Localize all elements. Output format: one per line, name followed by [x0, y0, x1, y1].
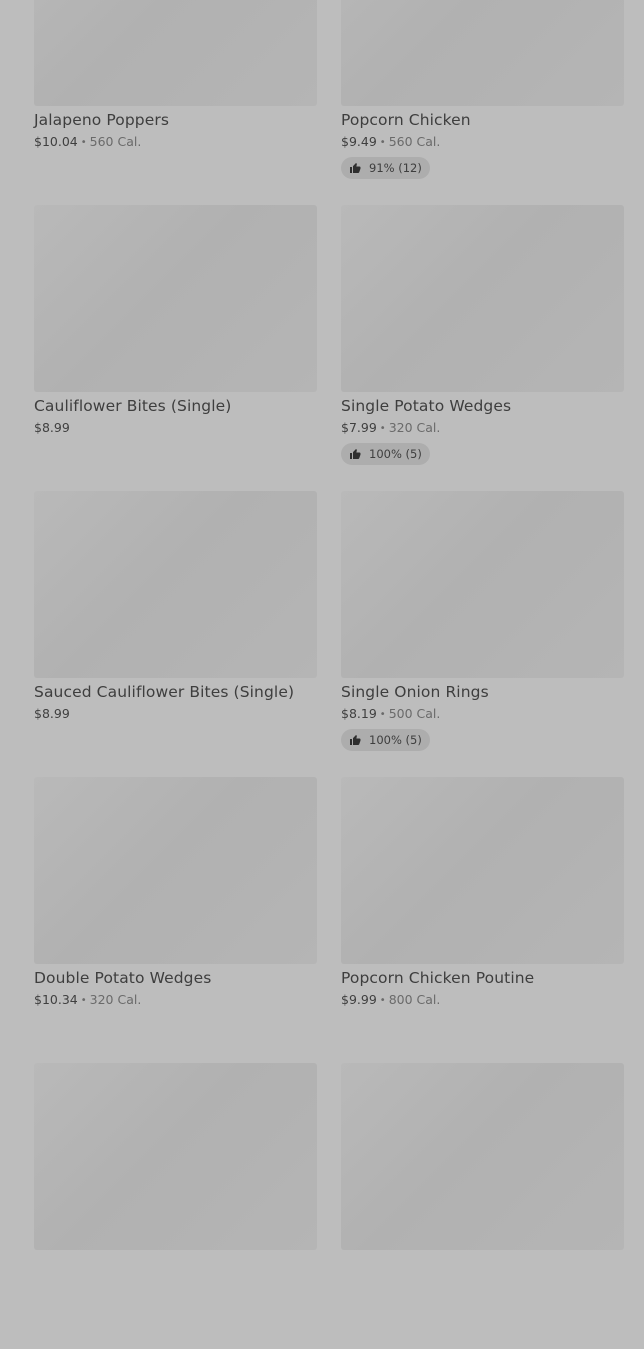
- item-calories: 320 Cal.: [89, 992, 142, 1007]
- item-calories: 800 Cal.: [388, 992, 441, 1007]
- item-meta: $7.99 • 320 Cal.: [341, 420, 624, 437]
- rating-text: 91% (12): [369, 161, 422, 175]
- item-meta: $8.19 • 500 Cal.: [341, 706, 624, 723]
- item-image: [341, 205, 624, 392]
- menu-item-card[interactable]: Sauced Cauliflower Bites (Single) $8.99: [34, 491, 317, 777]
- rating-badge: 100% (5): [341, 443, 430, 465]
- item-name: Jalapeno Poppers: [34, 111, 170, 129]
- menu-item-card[interactable]: [341, 1063, 624, 1349]
- item-calories: 560 Cal.: [89, 134, 142, 149]
- item-price: $7.99: [341, 420, 377, 435]
- meta-separator: •: [379, 423, 386, 434]
- item-calories: 500 Cal.: [388, 706, 441, 721]
- rating-badge: 100% (5): [341, 729, 430, 751]
- thumbs-up-icon: [350, 163, 361, 173]
- item-price: $10.04: [34, 134, 78, 149]
- item-image: [341, 1063, 624, 1250]
- menu-item-card[interactable]: Double Potato Wedges $10.34 • 320 Cal.: [34, 777, 317, 1063]
- item-meta: $10.04 • 560 Cal.: [34, 134, 317, 151]
- item-image: [34, 205, 317, 392]
- thumbs-up-icon: [350, 449, 361, 459]
- item-calories: 560 Cal.: [388, 134, 441, 149]
- item-image: [34, 1063, 317, 1250]
- menu-item-grid: Jalapeno Poppers $10.04 • 560 Cal. Popcorn…: [34, 0, 624, 1349]
- item-image: [341, 0, 624, 106]
- item-image: [341, 777, 624, 964]
- menu-item-card[interactable]: Single Potato Wedges $7.99 • 320 Cal. 100%…: [341, 205, 624, 491]
- meta-separator: •: [80, 137, 87, 148]
- item-name: Double Potato Wedges: [34, 969, 212, 987]
- item-meta: $8.99: [34, 706, 317, 721]
- rating-badge: 91% (12): [341, 157, 430, 179]
- item-calories: 320 Cal.: [388, 420, 441, 435]
- item-name: Popcorn Chicken: [341, 111, 471, 129]
- item-name: Sauced Cauliflower Bites (Single): [34, 683, 295, 701]
- item-name: Cauliflower Bites (Single): [34, 397, 232, 415]
- item-image: [34, 777, 317, 964]
- item-name: Single Onion Rings: [341, 683, 489, 701]
- item-image: [34, 491, 317, 678]
- item-image: [341, 491, 624, 678]
- menu-item-card[interactable]: Jalapeno Poppers $10.04 • 560 Cal.: [34, 0, 317, 205]
- menu-item-card[interactable]: Cauliflower Bites (Single) $8.99: [34, 205, 317, 491]
- item-name: Single Potato Wedges: [341, 397, 512, 415]
- item-price: $8.99: [34, 706, 70, 721]
- item-price: $9.99: [341, 992, 377, 1007]
- meta-separator: •: [379, 995, 386, 1006]
- menu-item-card[interactable]: Popcorn Chicken Poutine $9.99 • 800 Cal.: [341, 777, 624, 1063]
- meta-separator: •: [379, 137, 386, 148]
- item-meta: $10.34 • 320 Cal.: [34, 992, 317, 1009]
- meta-separator: •: [80, 995, 87, 1006]
- item-price: $8.19: [341, 706, 377, 721]
- item-name: Popcorn Chicken Poutine: [341, 969, 535, 987]
- item-meta: $9.99 • 800 Cal.: [341, 992, 624, 1009]
- menu-item-card[interactable]: [34, 1063, 317, 1349]
- meta-separator: •: [379, 709, 386, 720]
- item-price: $8.99: [34, 420, 70, 435]
- menu-item-card[interactable]: Popcorn Chicken $9.49 • 560 Cal. 91% (12): [341, 0, 624, 205]
- menu-item-card[interactable]: Single Onion Rings $8.19 • 500 Cal. 100% (…: [341, 491, 624, 777]
- item-price: $10.34: [34, 992, 78, 1007]
- thumbs-up-icon: [350, 735, 361, 745]
- item-image: [34, 0, 317, 106]
- item-meta: $8.99: [34, 420, 317, 435]
- rating-text: 100% (5): [369, 447, 422, 461]
- item-price: $9.49: [341, 134, 377, 149]
- item-meta: $9.49 • 560 Cal.: [341, 134, 624, 151]
- rating-text: 100% (5): [369, 733, 422, 747]
